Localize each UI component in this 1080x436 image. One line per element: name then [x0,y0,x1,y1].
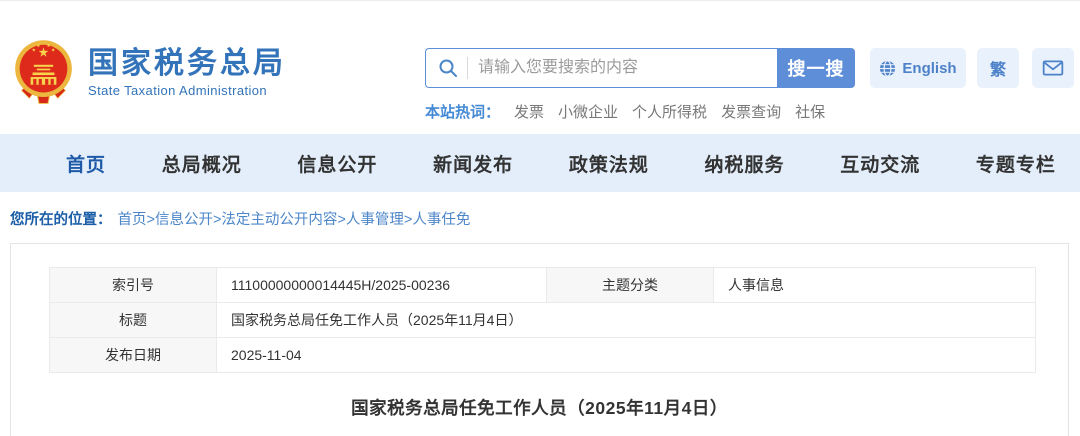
page: 国家税务总局 State Taxation Administration 搜一搜… [0,0,1080,436]
search-button[interactable]: 搜一搜 [777,48,855,88]
brand-text: 国家税务总局 State Taxation Administration [88,47,286,98]
nav-item-news[interactable]: 新闻发布 [433,150,513,177]
table-row: 发布日期 2025-11-04 [49,337,1036,373]
title-value: 国家税务总局任免工作人员（2025年11月4日） [216,302,1036,338]
topic-category-value: 人事信息 [713,267,1036,303]
site-brand[interactable]: 国家税务总局 State Taxation Administration [10,39,286,106]
header-actions: English 繁 [870,48,1074,88]
national-emblem-logo [15,40,72,104]
nav-item-home[interactable]: 首页 [66,150,106,177]
index-number-value: 11100000000014445H/2025-00236 [216,267,547,303]
english-button-label: English [902,59,957,77]
traditional-chinese-button[interactable]: 繁 [977,48,1019,88]
publish-date-label: 发布日期 [49,337,217,373]
nav-item-special-columns[interactable]: 专题专栏 [976,150,1056,177]
nav-item-policies[interactable]: 政策法规 [569,150,649,177]
nav-item-tax-services[interactable]: 纳税服务 [705,150,785,177]
globe-icon [880,59,896,77]
english-button[interactable]: English [870,48,966,88]
site-title: 国家税务总局 [88,47,286,80]
table-row: 索引号 11100000000014445H/2025-00236 主题分类 人… [49,267,1036,303]
publish-date-value: 2025-11-04 [216,337,1036,373]
topic-category-label: 主题分类 [546,267,714,303]
search-area: 搜一搜 [425,48,855,88]
hot-word-invoice-query[interactable]: 发票查询 [721,101,781,122]
table-row: 标题 国家税务总局任免工作人员（2025年11月4日） [49,302,1036,338]
hot-word-invoice[interactable]: 发票 [514,101,544,122]
site-subtitle: State Taxation Administration [88,83,268,98]
mail-button[interactable] [1032,48,1074,88]
document-meta-table: 索引号 11100000000014445H/2025-00236 主题分类 人… [49,267,1036,373]
article-title: 国家税务总局任免工作人员（2025年11月4日） [351,398,728,418]
hot-word-income-tax[interactable]: 个人所得税 [632,101,707,122]
search-divider [467,57,468,79]
hot-words-label: 本站热词： [425,104,501,121]
nav-item-info-disclosure[interactable]: 信息公开 [297,150,377,177]
search-box [425,48,777,88]
hot-word-social-security[interactable]: 社保 [795,101,825,122]
content-panel: 索引号 11100000000014445H/2025-00236 主题分类 人… [10,243,1069,436]
mail-icon [1042,60,1064,76]
nav-item-interaction[interactable]: 互动交流 [840,150,920,177]
search-icon [439,59,457,77]
breadcrumb-label: 您所在的位置： [10,212,112,228]
main-nav: 首页 总局概况 信息公开 新闻发布 政策法规 纳税服务 互动交流 专题专栏 [0,134,1080,192]
search-input[interactable] [478,49,777,87]
index-number-label: 索引号 [49,267,217,303]
hot-word-small-business[interactable]: 小微企业 [558,101,618,122]
breadcrumb-path[interactable]: 首页>信息公开>法定主动公开内容>人事管理>人事任免 [118,212,471,228]
hot-words: 本站热词： 发票 小微企业 个人所得税 发票查询 社保 [425,101,825,122]
nav-item-overview[interactable]: 总局概况 [162,150,242,177]
title-label: 标题 [49,302,217,338]
breadcrumb: 您所在的位置： 首页>信息公开>法定主动公开内容>人事管理>人事任免 [10,208,470,229]
